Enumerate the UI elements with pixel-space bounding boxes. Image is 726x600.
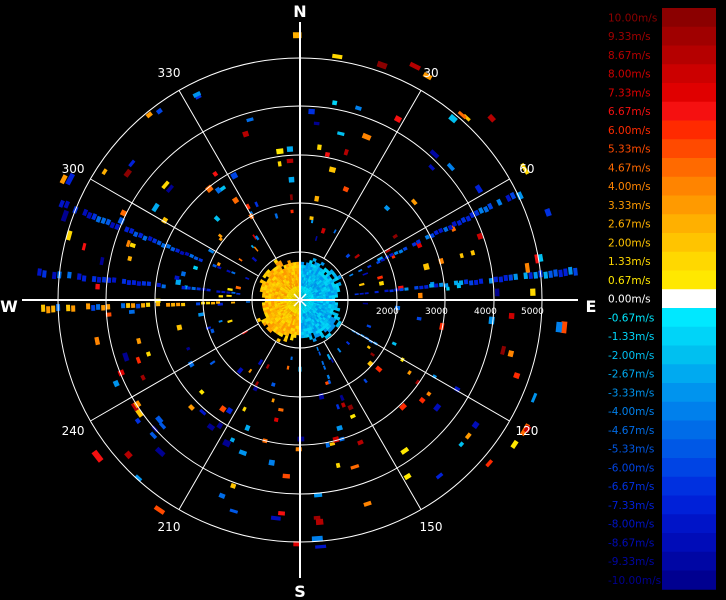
legend-label: 4.00m/s <box>608 181 651 193</box>
bearing-spoke-330 <box>178 90 277 259</box>
legend-label: -0.67m/s <box>608 312 654 324</box>
legend-swatch <box>662 551 716 571</box>
legend-label: -6.00m/s <box>608 462 654 474</box>
bearing-spoke-30 <box>323 90 422 259</box>
legend-label: -5.33m/s <box>608 444 654 456</box>
radar-echo-layer <box>37 32 578 549</box>
legend-swatch <box>662 345 716 365</box>
legend-swatch <box>662 101 716 121</box>
legend-swatch <box>662 439 716 459</box>
legend-label: -8.67m/s <box>608 537 654 549</box>
radar-display: 2000 3000 4000 5000 N S E W 30 60 120 150 21… <box>0 0 726 600</box>
legend-label: 5.33m/s <box>608 144 651 156</box>
legend-label: -1.33m/s <box>608 331 654 343</box>
legend-label: -2.67m/s <box>608 369 654 381</box>
legend-label: -2.00m/s <box>608 350 654 362</box>
legend-swatch <box>662 270 716 290</box>
bearing-spoke-60 <box>341 178 510 277</box>
legend-swatch <box>662 139 716 159</box>
legend-swatch <box>662 570 716 590</box>
legend-swatch <box>662 495 716 515</box>
legend-label: -10.00m/s <box>608 575 661 587</box>
legend-label: 1.33m/s <box>608 256 651 268</box>
legend-swatch <box>662 401 716 421</box>
legend-swatch <box>662 251 716 271</box>
bearing-label-300: 300 <box>62 162 85 176</box>
bearing-label-60: 60 <box>519 162 534 176</box>
bearing-label-30: 30 <box>423 66 438 80</box>
legend-label: -6.67m/s <box>608 481 654 493</box>
legend-label: -9.33m/s <box>608 556 654 568</box>
legend-label: 4.67m/s <box>608 162 651 174</box>
legend-swatch <box>662 289 716 309</box>
legend-label: 8.67m/s <box>608 50 651 62</box>
legend-swatch <box>662 420 716 440</box>
legend-swatch <box>662 364 716 384</box>
range-label-2000: 2000 <box>376 307 399 317</box>
legend-label: 8.00m/s <box>608 69 651 81</box>
legend-swatch <box>662 458 716 478</box>
east-label: E <box>586 297 597 316</box>
legend-label: 6.00m/s <box>608 125 651 137</box>
legend-swatch <box>662 45 716 65</box>
legend-label: 3.33m/s <box>608 200 651 212</box>
legend-swatch <box>662 176 716 196</box>
legend-label: 6.67m/s <box>608 106 651 118</box>
legend-label: 10.00m/s <box>608 12 657 24</box>
bearing-label-120: 120 <box>515 424 538 438</box>
legend-swatch <box>662 83 716 103</box>
bearing-label-330: 330 <box>158 66 181 80</box>
legend-swatch <box>662 64 716 84</box>
legend-swatch <box>662 233 716 253</box>
bearing-label-210: 210 <box>158 520 181 534</box>
legend-swatch <box>662 214 716 234</box>
legend-label: 9.33m/s <box>608 31 651 43</box>
south-label: S <box>294 582 306 600</box>
legend-label: 0.00m/s <box>608 294 651 306</box>
legend-swatch <box>662 533 716 553</box>
bearing-label-150: 150 <box>420 520 443 534</box>
legend-label: -4.67m/s <box>608 425 654 437</box>
legend-label: -3.33m/s <box>608 387 654 399</box>
bearing-spoke-240 <box>90 323 259 422</box>
legend-swatch <box>662 120 716 140</box>
legend-swatch <box>662 326 716 346</box>
legend-swatch <box>662 158 716 178</box>
radar-ppi-plot[interactable]: 2000 3000 4000 5000 N S E W 30 60 120 150 21… <box>0 0 600 600</box>
legend-swatch <box>662 383 716 403</box>
west-label: W <box>0 297 18 316</box>
legend-label: 2.00m/s <box>608 237 651 249</box>
legend-swatch <box>662 195 716 215</box>
bearing-spoke-210 <box>178 341 277 510</box>
legend-label: 2.67m/s <box>608 219 651 231</box>
legend-label: 0.67m/s <box>608 275 651 287</box>
legend-label: -8.00m/s <box>608 519 654 531</box>
legend-label: -4.00m/s <box>608 406 654 418</box>
legend-label: -7.33m/s <box>608 500 654 512</box>
legend-swatch <box>662 26 716 46</box>
legend-swatch <box>662 308 716 328</box>
legend-swatch <box>662 8 716 28</box>
range-label-5000: 5000 <box>521 307 544 317</box>
bearing-label-240: 240 <box>62 424 85 438</box>
range-labels: 2000 3000 4000 5000 <box>376 307 544 317</box>
range-label-3000: 3000 <box>425 307 448 317</box>
legend-swatch <box>662 514 716 534</box>
velocity-color-legend: 10.00m/s 9.33m/s 8.67m/s 8.00m/s 7.33m/s 6.67… <box>608 8 716 590</box>
north-label: N <box>293 2 306 21</box>
bearing-spoke-120 <box>341 323 510 422</box>
legend-label: 7.33m/s <box>608 87 651 99</box>
legend-swatch <box>662 476 716 496</box>
bearing-spoke-150 <box>323 341 422 510</box>
range-label-4000: 4000 <box>474 307 497 317</box>
